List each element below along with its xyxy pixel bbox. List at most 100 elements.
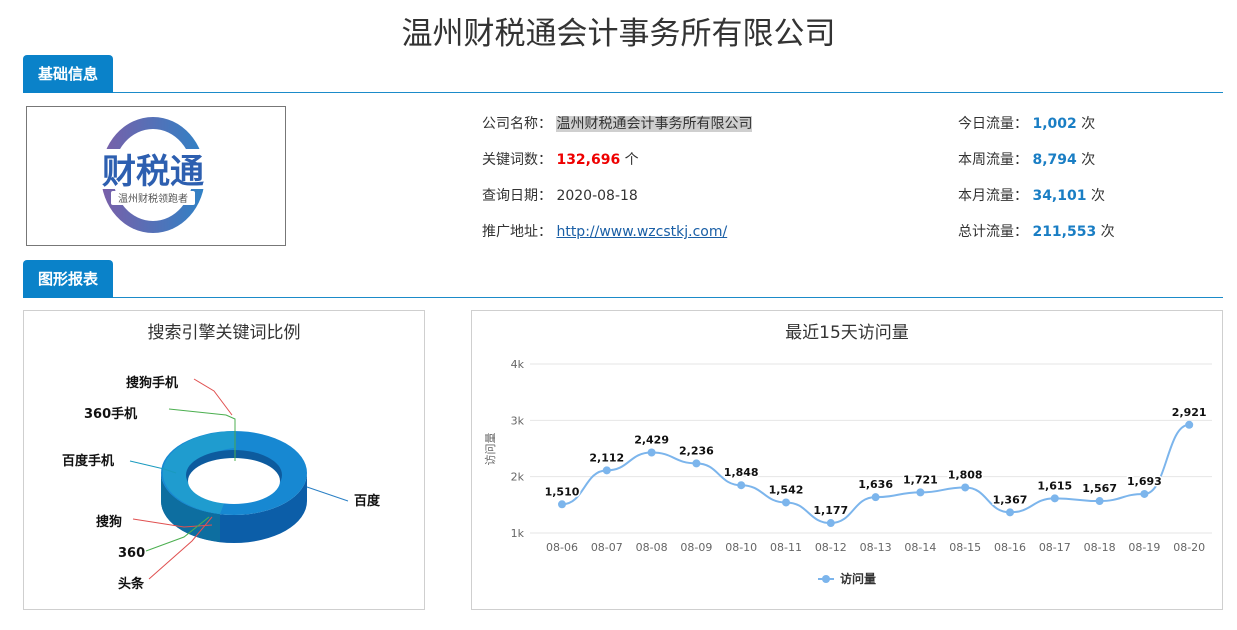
- x-tick-label-13: 08-19: [1128, 541, 1160, 554]
- y-tick-label-2: 3k: [511, 414, 525, 427]
- data-point-0[interactable]: [558, 500, 566, 509]
- donut-label-1: 百度手机: [62, 453, 114, 469]
- donut-label-3: 搜狗手机: [126, 375, 178, 391]
- data-point-12[interactable]: [1095, 497, 1104, 506]
- data-label-13: 1,693: [1127, 475, 1162, 488]
- donut-chart: 百度 百度手机 360手机 搜狗手机搜狗 360 头条: [62, 375, 381, 592]
- legend-label: 访问量: [840, 571, 876, 586]
- data-label-1: 2,112: [589, 451, 624, 464]
- visits-line-panel: 最近15天访问量 1k 2k 3k 4k 08-06 08-07 08-08 08-09 08…: [471, 310, 1223, 610]
- page-title: 温州财税通会计事务所有限公司: [401, 16, 836, 52]
- x-tick-label-8: 08-14: [904, 541, 936, 554]
- data-label-7: 1,636: [858, 478, 893, 491]
- y-axis-label: 访问量: [484, 433, 497, 466]
- traffic-today-value: 1,002: [1032, 116, 1077, 132]
- donut-label-2: 360手机: [84, 406, 137, 422]
- data-label-2: 2,429: [634, 433, 669, 446]
- data-point-5[interactable]: [782, 498, 790, 507]
- donut-label-0: 百度: [354, 493, 381, 509]
- promo-url-row: 推广地址： http://www.wzcstkj.com/: [482, 221, 727, 241]
- section-charts-tab[interactable]: 图形报表: [23, 260, 114, 298]
- data-label-4: 1,848: [724, 466, 759, 479]
- company-logo: 财税通 温州财税领跑者: [26, 106, 286, 246]
- data-point-4[interactable]: [737, 481, 746, 490]
- x-tick-label-9: 08-15: [949, 541, 981, 554]
- donut-label-4: 搜狗: [96, 514, 122, 530]
- query-date-label: 查询日期：: [482, 188, 552, 204]
- x-tick-label-2: 08-08: [636, 541, 668, 554]
- logo-image: 财税通 温州财税领跑者: [97, 117, 209, 233]
- section-basic-tab[interactable]: 基础信息: [23, 55, 114, 93]
- logo-main-text: 财税通: [102, 152, 204, 192]
- data-label-12: 1,567: [1082, 482, 1117, 495]
- data-point-7[interactable]: [871, 493, 880, 502]
- x-tick-label-0: 08-06: [546, 541, 578, 554]
- data-label-3: 2,236: [679, 444, 714, 457]
- x-tick-label-1: 08-07: [591, 541, 623, 554]
- keyword-ratio-panel: 搜索引擎关键词比例 百度 百度手机 360手机 搜狗手机 搜狗 360 头条: [23, 310, 425, 610]
- company-name-row: 公司名称： 温州财税通会计事务所有限公司: [482, 113, 753, 133]
- leader-line-3: [193, 378, 233, 416]
- y-tick-label-1: 2k: [511, 471, 525, 484]
- traffic-month-unit: 次: [1090, 188, 1105, 204]
- x-tick-label-7: 08-13: [860, 541, 892, 554]
- data-label-11: 1,615: [1037, 479, 1072, 492]
- leader-line-0: [306, 486, 349, 502]
- x-tick-label-6: 08-12: [815, 541, 847, 554]
- keywords-value: 132,696: [556, 152, 621, 168]
- legend-marker: [822, 575, 830, 583]
- data-point-1[interactable]: [602, 466, 611, 475]
- x-tick-label-14: 08-20: [1173, 541, 1205, 554]
- data-label-14: 2,921: [1172, 406, 1207, 419]
- data-label-5: 1,542: [769, 483, 804, 496]
- line-chart: 1k 2k 3k 4k 08-06 08-07 08-08 08-09 08-10 08-11 0…: [484, 358, 1212, 586]
- section-charts-bar: 图形报表: [23, 260, 1223, 298]
- keywords-label: 关键词数：: [482, 152, 552, 168]
- data-point-3[interactable]: [692, 459, 701, 468]
- traffic-week-value: 8,794: [1032, 152, 1077, 168]
- donut-label-6: 头条: [118, 576, 145, 592]
- traffic-total-value: 211,553: [1032, 224, 1097, 240]
- data-point-2[interactable]: [647, 448, 656, 457]
- donut-hole: [188, 458, 280, 504]
- data-point-8[interactable]: [916, 488, 925, 497]
- x-tick-label-3: 08-09: [680, 541, 712, 554]
- data-point-10[interactable]: [1006, 508, 1014, 517]
- company-name-value: 温州财税通会计事务所有限公司: [556, 116, 753, 132]
- section-basic-bar: 基础信息: [23, 55, 1223, 93]
- traffic-today-unit: 次: [1081, 116, 1096, 132]
- x-tick-label-5: 08-11: [770, 541, 802, 554]
- traffic-week-label: 本周流量：: [958, 152, 1028, 168]
- traffic-month-value: 34,101: [1032, 188, 1087, 204]
- y-tick-label-3: 4k: [511, 358, 525, 371]
- data-label-6: 1,177: [813, 504, 848, 517]
- data-point-6[interactable]: [826, 519, 835, 528]
- query-date-row: 查询日期： 2020-08-18: [482, 185, 638, 205]
- x-tick-label-10: 08-16: [994, 541, 1026, 554]
- data-label-8: 1,721: [903, 473, 938, 486]
- data-label-10: 1,367: [993, 493, 1028, 506]
- traffic-total-label: 总计流量：: [958, 224, 1028, 240]
- traffic-today-label: 今日流量：: [958, 116, 1028, 132]
- data-point-9[interactable]: [961, 483, 970, 492]
- y-tick-label-0: 1k: [511, 527, 525, 540]
- traffic-total-row: 总计流量： 211,553 次: [958, 221, 1115, 241]
- data-point-14[interactable]: [1185, 420, 1194, 429]
- x-tick-label-11: 08-17: [1039, 541, 1071, 554]
- data-label-9: 1,808: [948, 468, 983, 481]
- promo-url-link[interactable]: http://www.wzcstkj.com/: [556, 224, 727, 240]
- keywords-unit: 个: [624, 152, 639, 168]
- x-tick-label-4: 08-10: [725, 541, 757, 554]
- data-point-11[interactable]: [1050, 494, 1059, 503]
- promo-url-label: 推广地址：: [482, 224, 552, 240]
- x-tick-label-12: 08-18: [1084, 541, 1116, 554]
- data-label-0: 1,510: [545, 485, 580, 498]
- chart-legend[interactable]: 访问量: [818, 571, 876, 586]
- traffic-month-label: 本月流量：: [958, 188, 1028, 204]
- traffic-month-row: 本月流量： 34,101 次: [958, 185, 1105, 205]
- donut-label-5: 360: [118, 546, 145, 561]
- query-date-value: 2020-08-18: [556, 188, 638, 204]
- traffic-total-unit: 次: [1100, 224, 1115, 240]
- data-point-13[interactable]: [1140, 489, 1149, 498]
- logo-sub-text: 温州财税领跑者: [118, 192, 188, 205]
